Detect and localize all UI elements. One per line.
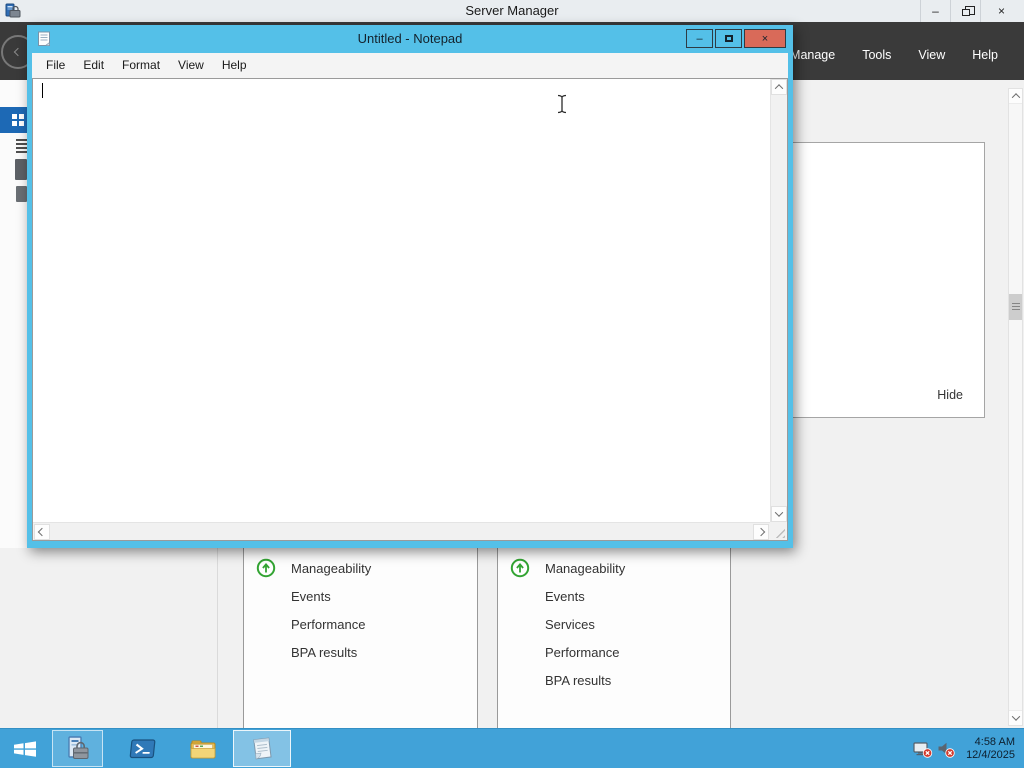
notepad-text-area[interactable] (32, 78, 788, 541)
menu-manage[interactable]: Manage (790, 48, 835, 62)
menu-edit[interactable]: Edit (74, 53, 113, 78)
scroll-up-icon[interactable] (771, 79, 787, 95)
audio-muted-icon[interactable] (936, 739, 956, 759)
system-tray: 4:58 AM 12/4/2025 (913, 729, 1024, 768)
resize-grip-icon[interactable] (774, 527, 785, 538)
sidebar-item-all-servers[interactable] (15, 159, 27, 180)
close-button[interactable]: × (744, 29, 786, 48)
horizontal-scrollbar[interactable] (33, 522, 770, 540)
role-tile-2: Manageability Events Services Performanc… (497, 548, 731, 728)
restore-icon (961, 6, 975, 16)
window-title: Untitled - Notepad (357, 31, 463, 46)
taskbar-notepad-button[interactable] (233, 730, 291, 767)
restore-button[interactable] (950, 0, 980, 22)
maximize-button[interactable] (715, 29, 742, 48)
minimize-button[interactable]: – (920, 0, 950, 22)
maximize-icon (724, 35, 733, 42)
taskbar: 4:58 AM 12/4/2025 (0, 728, 1024, 768)
scroll-down-icon[interactable] (771, 506, 787, 522)
file-explorer-icon (190, 740, 216, 758)
tile-row[interactable]: BPA results (498, 666, 730, 694)
tile-row[interactable]: Events (244, 582, 477, 610)
tile-row[interactable]: Manageability (244, 554, 477, 582)
back-arrow-icon (13, 47, 23, 57)
clock[interactable]: 4:58 AM 12/4/2025 (966, 736, 1015, 762)
ibeam-cursor-icon (557, 94, 567, 114)
menu-file[interactable]: File (37, 53, 74, 78)
dashboard-icon (12, 114, 24, 126)
menu-help[interactable]: Help (213, 53, 256, 78)
tray-time: 4:58 AM (974, 736, 1015, 748)
role-tile-1: Manageability Events Performance BPA res… (243, 548, 478, 728)
scroll-left-icon[interactable] (34, 524, 50, 540)
status-up-icon (510, 558, 530, 578)
tile-row[interactable]: Events (498, 582, 730, 610)
close-icon: × (997, 4, 1005, 18)
server-manager-icon (67, 735, 88, 759)
thumb-grip-icon (1011, 303, 1020, 311)
notepad-window: Untitled - Notepad – × File Edit Format … (27, 25, 793, 548)
minimize-button[interactable]: – (686, 29, 713, 48)
close-button[interactable]: × (980, 0, 1022, 22)
menu-tools[interactable]: Tools (862, 48, 891, 62)
sidebar-item-local-server[interactable] (16, 139, 27, 153)
nav-sidebar (0, 80, 27, 548)
window-title: Server Manager (465, 3, 559, 18)
start-button[interactable] (0, 729, 50, 768)
notepad-menubar: File Edit Format View Help (32, 53, 788, 78)
dashboard-tiles: Manageability Events Performance BPA res… (0, 548, 1024, 728)
powershell-icon (129, 738, 156, 758)
close-icon: × (761, 32, 769, 45)
notepad-icon (253, 737, 272, 759)
tile-row[interactable]: Performance (498, 638, 730, 666)
status-up-icon (256, 558, 276, 578)
menu-format[interactable]: Format (113, 53, 169, 78)
sidebar-item-file-storage[interactable] (16, 186, 27, 202)
server-manager-titlebar: Server Manager – × (0, 0, 1024, 22)
windows-logo-icon (14, 740, 36, 757)
minimize-icon: – (696, 32, 703, 45)
scroll-right-icon[interactable] (753, 524, 769, 540)
tile-row[interactable]: BPA results (244, 638, 477, 666)
hide-link[interactable]: Hide (937, 388, 963, 402)
taskbar-powershell-button[interactable] (118, 730, 168, 767)
menu-view[interactable]: View (169, 53, 213, 78)
column-divider (217, 548, 218, 728)
taskbar-file-explorer-button[interactable] (178, 730, 228, 767)
scrollbar-corner (770, 522, 787, 540)
vertical-scrollbar[interactable] (770, 79, 787, 522)
tile-row[interactable]: Services (498, 610, 730, 638)
tray-date: 12/4/2025 (966, 749, 1015, 761)
sidebar-item-dashboard[interactable] (0, 107, 27, 133)
scrollbar-thumb[interactable] (1009, 294, 1022, 320)
tile-row[interactable]: Manageability (498, 554, 730, 582)
menu-view[interactable]: View (918, 48, 945, 62)
minimize-icon: – (932, 4, 939, 18)
taskbar-server-manager-button[interactable] (52, 730, 103, 767)
text-caret (42, 83, 43, 98)
desktop: Server Manager – × Manage Tools View Hel… (0, 0, 1024, 768)
network-disconnected-icon[interactable] (913, 739, 933, 759)
scroll-up-icon[interactable] (1009, 89, 1022, 104)
menu-help[interactable]: Help (972, 48, 998, 62)
tile-row[interactable]: Performance (244, 610, 477, 638)
